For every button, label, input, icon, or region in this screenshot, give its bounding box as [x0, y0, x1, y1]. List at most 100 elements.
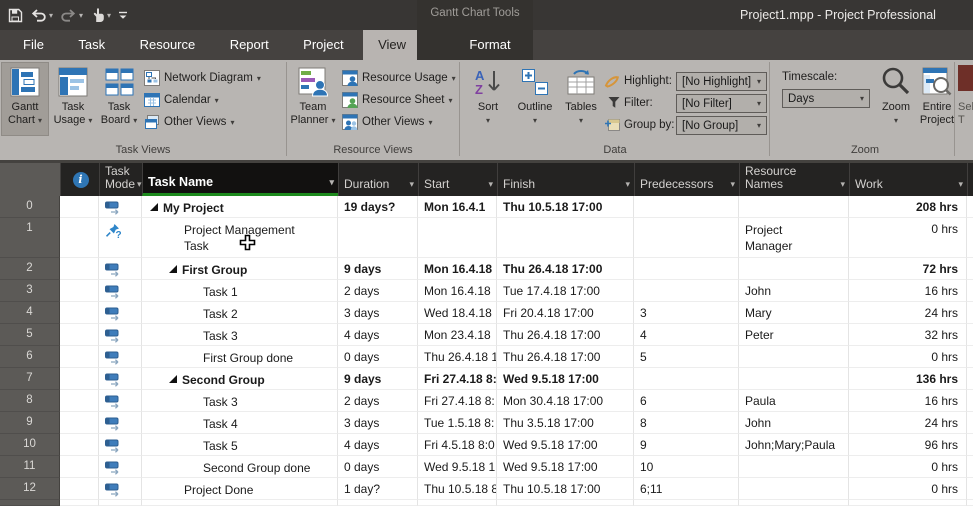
- select-all-corner[interactable]: [0, 163, 60, 196]
- row-number[interactable]: 9: [0, 412, 60, 434]
- task-predecessors-cell[interactable]: 5: [634, 346, 739, 368]
- task-predecessors-cell[interactable]: 8: [634, 412, 739, 434]
- other-views-task-button[interactable]: Other Views▾: [144, 113, 234, 131]
- task-name-cell[interactable]: Second Group done: [142, 456, 338, 478]
- task-name-cell[interactable]: Task 4: [142, 412, 338, 434]
- task-name-cell[interactable]: First Group done: [142, 346, 338, 368]
- caret-down-icon[interactable]: ▾: [488, 178, 493, 191]
- task-info-cell[interactable]: [60, 280, 99, 302]
- task-mode-cell[interactable]: [99, 196, 142, 218]
- task-usage-button[interactable]: TaskUsage ▾: [52, 63, 94, 135]
- task-start-cell[interactable]: Fri 4.5.18 8:0: [418, 434, 497, 456]
- tables-button[interactable]: Tables▾: [560, 63, 602, 135]
- task-resources-cell[interactable]: John: [739, 280, 849, 302]
- task-resources-cell[interactable]: Mary: [739, 302, 849, 324]
- tab-resource[interactable]: Resource: [125, 30, 211, 60]
- timescale-dropdown[interactable]: Days▾: [782, 89, 870, 108]
- task-predecessors-cell[interactable]: 6;11: [634, 478, 739, 500]
- task-finish-cell[interactable]: Wed 9.5.18 17:00: [497, 434, 634, 456]
- task-finish-cell[interactable]: Wed 9.5.18 17:00: [497, 368, 634, 390]
- task-work-cell[interactable]: 32 hrs: [849, 324, 967, 346]
- task-duration-cell[interactable]: 4 days: [338, 434, 418, 456]
- task-predecessors-cell[interactable]: 9: [634, 434, 739, 456]
- task-name-cell[interactable]: Task 3: [142, 390, 338, 412]
- task-resources-cell[interactable]: [739, 478, 849, 500]
- task-mode-cell[interactable]: [99, 456, 142, 478]
- task-info-cell[interactable]: [60, 218, 99, 258]
- caret-down-icon[interactable]: ▾: [840, 178, 845, 191]
- task-mode-cell[interactable]: [99, 302, 142, 324]
- collapse-triangle-icon[interactable]: [169, 265, 177, 273]
- gantt-chart-button[interactable]: GanttChart ▾: [2, 63, 48, 135]
- task-mode-cell[interactable]: [99, 412, 142, 434]
- column-header-info[interactable]: i: [60, 163, 99, 196]
- redo-button[interactable]: ▾: [60, 8, 83, 23]
- task-start-cell[interactable]: [418, 218, 497, 258]
- entire-project-button[interactable]: EntireProject: [918, 63, 956, 135]
- task-duration-cell[interactable]: 3 days: [338, 302, 418, 324]
- tab-project[interactable]: Project: [288, 30, 358, 60]
- row-number[interactable]: 5: [0, 324, 60, 346]
- task-mode-cell[interactable]: [99, 478, 142, 500]
- task-predecessors-cell[interactable]: [634, 368, 739, 390]
- task-name-cell[interactable]: First Group: [142, 258, 338, 280]
- task-info-cell[interactable]: [60, 196, 99, 218]
- task-resources-cell[interactable]: Paula: [739, 390, 849, 412]
- task-mode-cell[interactable]: [99, 390, 142, 412]
- row-number[interactable]: 7: [0, 368, 60, 390]
- task-info-cell[interactable]: [60, 478, 99, 500]
- row-number[interactable]: 0: [0, 196, 60, 218]
- row-number[interactable]: 11: [0, 456, 60, 478]
- task-info-cell[interactable]: [60, 434, 99, 456]
- task-info-cell[interactable]: [60, 456, 99, 478]
- task-start-cell[interactable]: Fri 27.4.18 8:: [418, 390, 497, 412]
- highlight-dropdown[interactable]: [No Highlight]▾: [676, 72, 767, 91]
- task-finish-cell[interactable]: Wed 9.5.18 17:00: [497, 456, 634, 478]
- task-mode-cell[interactable]: [99, 434, 142, 456]
- task-duration-cell[interactable]: 3 days: [338, 412, 418, 434]
- task-work-cell[interactable]: 0 hrs: [849, 218, 967, 258]
- task-name-cell[interactable]: Task 1: [142, 280, 338, 302]
- task-finish-cell[interactable]: Thu 10.5.18 17:00: [497, 196, 634, 218]
- resource-sheet-button[interactable]: Resource Sheet▾: [342, 91, 452, 109]
- column-header-task-name[interactable]: Task Name▾: [142, 163, 338, 196]
- group-by-dropdown[interactable]: [No Group]▾: [676, 116, 767, 135]
- task-name-cell[interactable]: Task 2: [142, 302, 338, 324]
- task-start-cell[interactable]: Fri 27.4.18 8:: [418, 368, 497, 390]
- caret-down-icon[interactable]: ▾: [730, 178, 735, 191]
- task-mode-cell[interactable]: [99, 258, 142, 280]
- task-info-cell[interactable]: [60, 324, 99, 346]
- tab-task[interactable]: Task: [63, 30, 120, 60]
- task-predecessors-cell[interactable]: [634, 280, 739, 302]
- tab-file[interactable]: File: [8, 30, 59, 60]
- network-diagram-button[interactable]: Network Diagram▾: [144, 69, 261, 87]
- task-predecessors-cell[interactable]: [634, 196, 739, 218]
- customize-qat-button[interactable]: [118, 10, 128, 21]
- task-resources-cell[interactable]: [739, 368, 849, 390]
- task-start-cell[interactable]: Wed 9.5.18 1: [418, 456, 497, 478]
- task-work-cell[interactable]: 208 hrs: [849, 196, 967, 218]
- collapse-triangle-icon[interactable]: [169, 375, 177, 383]
- task-duration-cell[interactable]: 0 days: [338, 346, 418, 368]
- filter-dropdown[interactable]: [No Filter]▾: [676, 94, 767, 113]
- task-predecessors-cell[interactable]: 3: [634, 302, 739, 324]
- row-number[interactable]: 10: [0, 434, 60, 456]
- task-mode-cell[interactable]: [99, 368, 142, 390]
- task-finish-cell[interactable]: Mon 30.4.18 17:00: [497, 390, 634, 412]
- task-info-cell[interactable]: [60, 412, 99, 434]
- task-work-cell[interactable]: 16 hrs: [849, 280, 967, 302]
- row-number[interactable]: 12: [0, 478, 60, 500]
- task-mode-cell[interactable]: [99, 280, 142, 302]
- task-name-cell[interactable]: My Project: [142, 196, 338, 218]
- task-start-cell[interactable]: Mon 16.4.18: [418, 258, 497, 280]
- zoom-button[interactable]: Zoom▾: [876, 63, 916, 135]
- task-predecessors-cell[interactable]: 10: [634, 456, 739, 478]
- task-work-cell[interactable]: 136 hrs: [849, 368, 967, 390]
- task-finish-cell[interactable]: Fri 20.4.18 17:00: [497, 302, 634, 324]
- task-info-cell[interactable]: [60, 368, 99, 390]
- task-work-cell[interactable]: 24 hrs: [849, 302, 967, 324]
- outline-button[interactable]: Outline▾: [512, 63, 558, 135]
- caret-down-icon[interactable]: ▾: [79, 11, 83, 20]
- task-duration-cell[interactable]: 19 days?: [338, 196, 418, 218]
- column-header-predecessors[interactable]: Predecessors▾: [634, 163, 739, 196]
